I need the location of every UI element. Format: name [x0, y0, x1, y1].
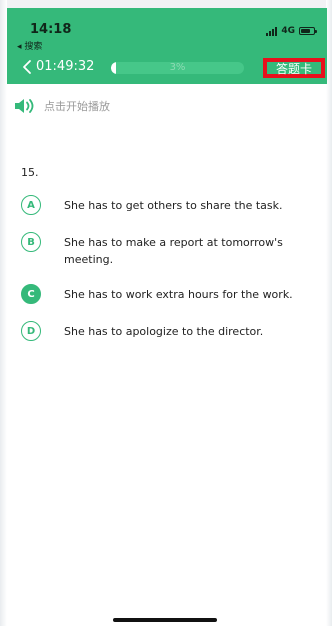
exam-timer: 01:49:32	[36, 59, 95, 74]
option-text-a: She has to get others to share the task.	[64, 199, 283, 212]
option-c[interactable]: C She has to work extra hours for the wo…	[21, 284, 294, 304]
option-letter-a: A	[21, 195, 41, 215]
option-letter-d: D	[21, 321, 41, 341]
network-label: 4G	[281, 26, 295, 36]
signal-icon	[266, 26, 278, 36]
status-back-link[interactable]: ◂ 搜索	[17, 39, 42, 52]
progress-label: 3%	[169, 62, 186, 73]
status-indicators: 4G	[266, 26, 317, 36]
option-text-b: She has to make a report at tomorrow's m…	[64, 236, 283, 266]
home-indicator[interactable]	[113, 618, 217, 622]
question-number: 15.	[21, 166, 39, 179]
answer-card-button[interactable]: 答题卡	[263, 58, 325, 78]
play-label: 点击开始播放	[44, 100, 110, 113]
back-chevron-icon[interactable]	[19, 58, 35, 76]
option-letter-c: C	[21, 284, 41, 304]
speaker-icon	[14, 98, 38, 114]
screen: 14:18 ◂ 搜索 4G 01:49:32 3% 答题卡 点击开始播放 15.…	[0, 0, 332, 626]
option-text-d: She has to apologize to the director.	[64, 325, 264, 338]
battery-icon	[299, 27, 317, 35]
frame-top-edge	[0, 0, 332, 8]
option-d[interactable]: D She has to apologize to the director.	[21, 321, 294, 341]
option-letter-b: B	[21, 232, 41, 252]
progress-bar: 3%	[111, 62, 244, 74]
frame-left-edge	[0, 0, 7, 626]
option-b[interactable]: B She has to make a report at tomorrow's…	[21, 232, 294, 268]
option-a[interactable]: A She has to get others to share the tas…	[21, 195, 294, 215]
audio-play-control[interactable]: 点击开始播放	[14, 98, 110, 114]
option-text-c: She has to work extra hours for the work…	[64, 288, 293, 301]
frame-right-edge	[326, 0, 332, 626]
status-time: 14:18	[30, 22, 72, 37]
